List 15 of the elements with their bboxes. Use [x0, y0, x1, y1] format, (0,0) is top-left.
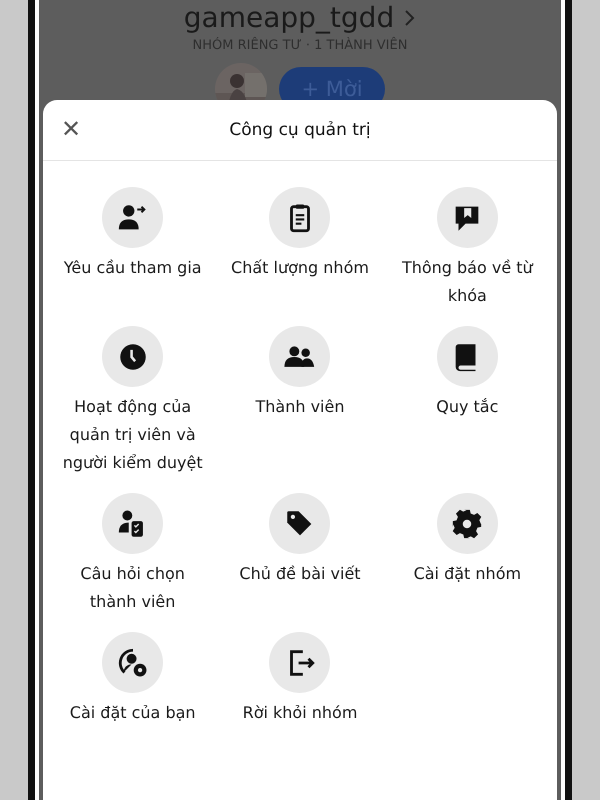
tool-label: Quy tắc [436, 396, 498, 418]
sheet-title: Công cụ quản trị [229, 120, 371, 140]
tool-label: Thành viên [256, 396, 344, 418]
tool-label: Cài đặt nhóm [414, 563, 522, 585]
close-button[interactable]: ✕ [55, 113, 88, 145]
group-name[interactable]: gameapp_tgdd [184, 2, 416, 34]
tool-label: Hoạt động của quản trị viên và người kiểm duyệt [62, 396, 203, 474]
tool-label: Yêu cầu tham gia [64, 257, 202, 279]
tool-label: Thông báo về từ khóa [400, 257, 534, 307]
chevron-icon [404, 9, 416, 27]
tool-label: Cài đặt của bạn [70, 702, 196, 724]
tool-label: Chủ đề bài viết [239, 563, 361, 585]
tool-label: Rời khỏi nhóm [242, 702, 358, 724]
tool-label: Chất lượng nhóm [231, 257, 369, 279]
tool-label: Câu hỏi chọn thành viên [79, 563, 186, 613]
